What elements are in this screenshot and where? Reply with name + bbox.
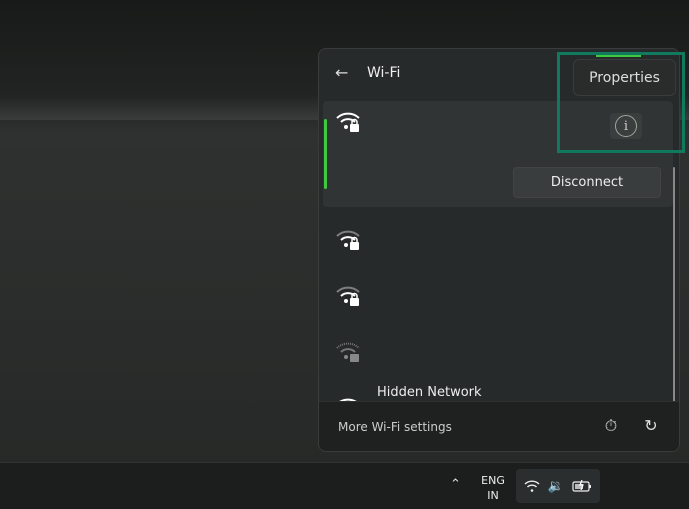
- back-button[interactable]: ←: [335, 63, 348, 82]
- network-item[interactable]: [323, 219, 673, 273]
- highlight-box: [557, 52, 685, 153]
- network-item[interactable]: [323, 275, 673, 329]
- wifi-secured-icon: [336, 286, 360, 306]
- volume-icon: 🔉: [547, 478, 565, 494]
- wifi-secured-icon: [336, 112, 360, 132]
- network-item-hidden[interactable]: Hidden Network: [323, 385, 673, 401]
- wifi-weak-secured-icon: [336, 342, 360, 362]
- more-wifi-settings-link[interactable]: More Wi-Fi settings: [338, 420, 452, 434]
- region-code: IN: [487, 489, 499, 502]
- connected-indicator: [324, 119, 327, 189]
- disconnect-button[interactable]: Disconnect: [513, 167, 661, 198]
- flyout-title: Wi-Fi: [367, 65, 401, 81]
- chevron-up-icon[interactable]: ⌃: [450, 477, 461, 492]
- quick-settings-tray[interactable]: 🔉: [516, 469, 600, 503]
- network-name: Hidden Network: [377, 385, 482, 400]
- refresh-icon[interactable]: ↻: [641, 416, 661, 436]
- wifi-secured-icon: [336, 230, 360, 250]
- battery-charging-icon: [572, 480, 592, 492]
- flyout-footer: More Wi-Fi settings ⏱ ↻: [319, 401, 679, 451]
- scrollbar[interactable]: [673, 167, 675, 401]
- wifi-icon: [524, 480, 540, 492]
- lang-code: ENG: [481, 474, 505, 487]
- network-item[interactable]: [323, 331, 673, 385]
- language-indicator[interactable]: ENG IN: [478, 473, 508, 503]
- taskbar: ⌃ ENG IN 🔉: [0, 462, 689, 509]
- speedometer-icon[interactable]: ⏱: [601, 416, 621, 436]
